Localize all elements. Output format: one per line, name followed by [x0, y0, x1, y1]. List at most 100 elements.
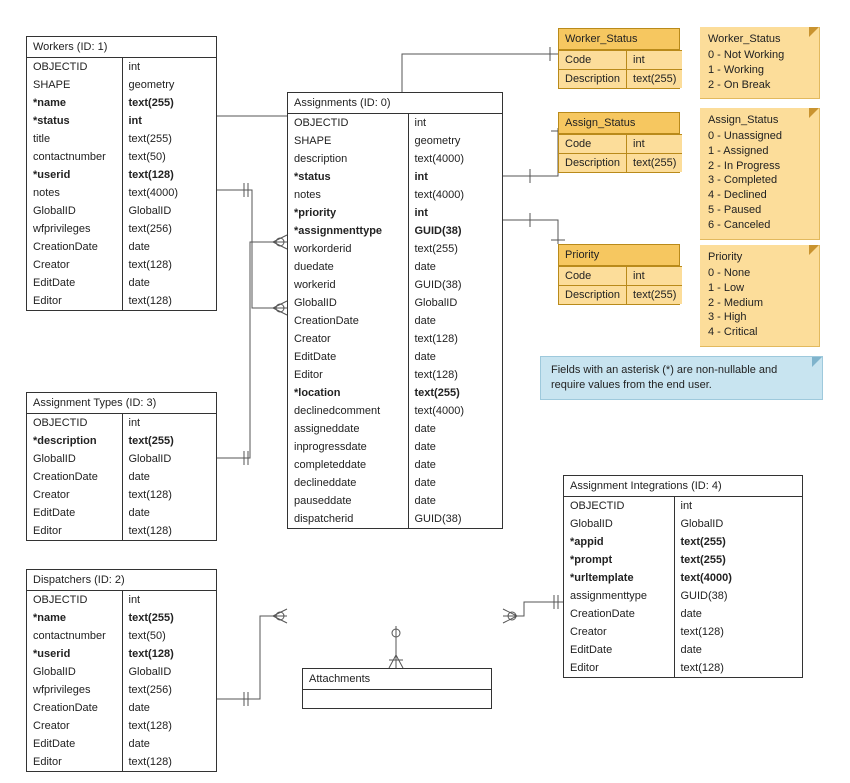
field-name: workorderid	[288, 240, 408, 258]
field-type: text(128)	[122, 645, 216, 663]
domain-field-name: Description	[559, 286, 627, 305]
domain-priority-fields: CodeintDescriptiontext(255)	[559, 267, 682, 305]
note-line: 0 - None	[708, 266, 811, 281]
field-name: Editor	[27, 753, 122, 771]
domain-title: Priority	[559, 245, 679, 266]
field-name: GlobalID	[564, 515, 674, 533]
entity-title: Dispatchers (ID: 2)	[27, 570, 216, 591]
entity-assignment-integrations: Assignment Integrations (ID: 4) OBJECTID…	[563, 475, 803, 678]
field-name: GlobalID	[27, 202, 122, 220]
field-type: int	[408, 114, 502, 132]
field-type: int	[122, 58, 216, 76]
entity-assignment-integrations-fields: OBJECTIDintGlobalIDGlobalID*appidtext(25…	[564, 497, 802, 677]
field-type: text(255)	[408, 240, 502, 258]
field-name: assigneddate	[288, 420, 408, 438]
field-name: CreationDate	[288, 312, 408, 330]
field-type: text(256)	[122, 681, 216, 699]
domain-field-name: Code	[559, 135, 627, 154]
field-type: text(255)	[674, 533, 802, 551]
field-type: date	[122, 238, 216, 256]
domain-worker-status-fields: CodeintDescriptiontext(255)	[559, 51, 682, 89]
field-name: *appid	[564, 533, 674, 551]
field-name: Editor	[27, 522, 122, 540]
field-name: *description	[27, 432, 122, 450]
field-type: int	[408, 168, 502, 186]
note-line: 4 - Critical	[708, 325, 811, 340]
field-name: contactnumber	[27, 148, 122, 166]
entity-title: Assignment Types (ID: 3)	[27, 393, 216, 414]
field-type: text(50)	[122, 148, 216, 166]
field-type: text(4000)	[408, 402, 502, 420]
field-type: text(255)	[674, 551, 802, 569]
field-type: GlobalID	[122, 450, 216, 468]
field-name: EditDate	[27, 735, 122, 753]
field-type: text(50)	[122, 627, 216, 645]
field-type: text(128)	[122, 166, 216, 184]
note-assign-status-lines: 0 - Unassigned1 - Assigned2 - In Progres…	[708, 129, 811, 233]
field-name: wfprivileges	[27, 681, 122, 699]
field-type: GlobalID	[122, 663, 216, 681]
field-name: OBJECTID	[27, 414, 122, 432]
field-name: declineddate	[288, 474, 408, 492]
note-line: 2 - On Break	[708, 78, 811, 93]
field-type: date	[408, 456, 502, 474]
entity-title: Attachments	[303, 669, 491, 690]
field-type: text(4000)	[408, 150, 502, 168]
field-type: text(128)	[122, 256, 216, 274]
field-name: *priority	[288, 204, 408, 222]
entity-workers: Workers (ID: 1) OBJECTIDintSHAPEgeometry…	[26, 36, 217, 311]
field-name: Creator	[564, 623, 674, 641]
field-type: text(128)	[122, 292, 216, 310]
field-name: EditDate	[27, 274, 122, 292]
field-type: text(128)	[408, 330, 502, 348]
field-name: *name	[27, 94, 122, 112]
field-type: date	[408, 420, 502, 438]
note-assign-status: Assign_Status 0 - Unassigned1 - Assigned…	[700, 108, 820, 240]
field-type: date	[674, 605, 802, 623]
field-name: OBJECTID	[288, 114, 408, 132]
field-name: inprogressdate	[288, 438, 408, 456]
domain-field-type: int	[627, 267, 683, 286]
field-type: date	[408, 312, 502, 330]
domain-field-type: text(255)	[627, 154, 683, 173]
entity-title: Assignment Integrations (ID: 4)	[564, 476, 802, 497]
field-name: title	[27, 130, 122, 148]
field-type: text(256)	[122, 220, 216, 238]
field-name: OBJECTID	[27, 58, 122, 76]
field-name: notes	[288, 186, 408, 204]
field-type: date	[122, 504, 216, 522]
field-type: int	[408, 204, 502, 222]
field-name: workerid	[288, 276, 408, 294]
field-name: OBJECTID	[564, 497, 674, 515]
domain-field-type: text(255)	[627, 70, 683, 89]
field-name: EditDate	[288, 348, 408, 366]
field-type: date	[122, 699, 216, 717]
field-type: text(128)	[122, 753, 216, 771]
domain-worker-status: Worker_Status CodeintDescriptiontext(255…	[558, 28, 680, 89]
field-type: GlobalID	[674, 515, 802, 533]
note-asterisk-info: Fields with an asterisk (*) are non-null…	[540, 356, 823, 400]
field-name: *urltemplate	[564, 569, 674, 587]
note-line: 4 - Declined	[708, 188, 811, 203]
field-name: completeddate	[288, 456, 408, 474]
field-name: Creator	[27, 717, 122, 735]
entity-title: Workers (ID: 1)	[27, 37, 216, 58]
field-type: GUID(38)	[408, 276, 502, 294]
note-priority-lines: 0 - None1 - Low2 - Medium3 - High4 - Cri…	[708, 266, 811, 340]
domain-field-name: Code	[559, 51, 627, 70]
domain-field-type: text(255)	[627, 286, 683, 305]
field-type: date	[674, 641, 802, 659]
entity-title: Assignments (ID: 0)	[288, 93, 502, 114]
field-type: GUID(38)	[674, 587, 802, 605]
field-type: GUID(38)	[408, 510, 502, 528]
field-name: Editor	[27, 292, 122, 310]
note-worker-status-lines: 0 - Not Working1 - Working2 - On Break	[708, 48, 811, 93]
domain-field-type: int	[627, 135, 683, 154]
field-type: GUID(38)	[408, 222, 502, 240]
field-type: int	[122, 112, 216, 130]
field-name: Creator	[27, 256, 122, 274]
field-type: text(128)	[122, 522, 216, 540]
domain-priority: Priority CodeintDescriptiontext(255)	[558, 244, 680, 305]
field-type: date	[122, 274, 216, 292]
domain-assign-status: Assign_Status CodeintDescriptiontext(255…	[558, 112, 680, 173]
